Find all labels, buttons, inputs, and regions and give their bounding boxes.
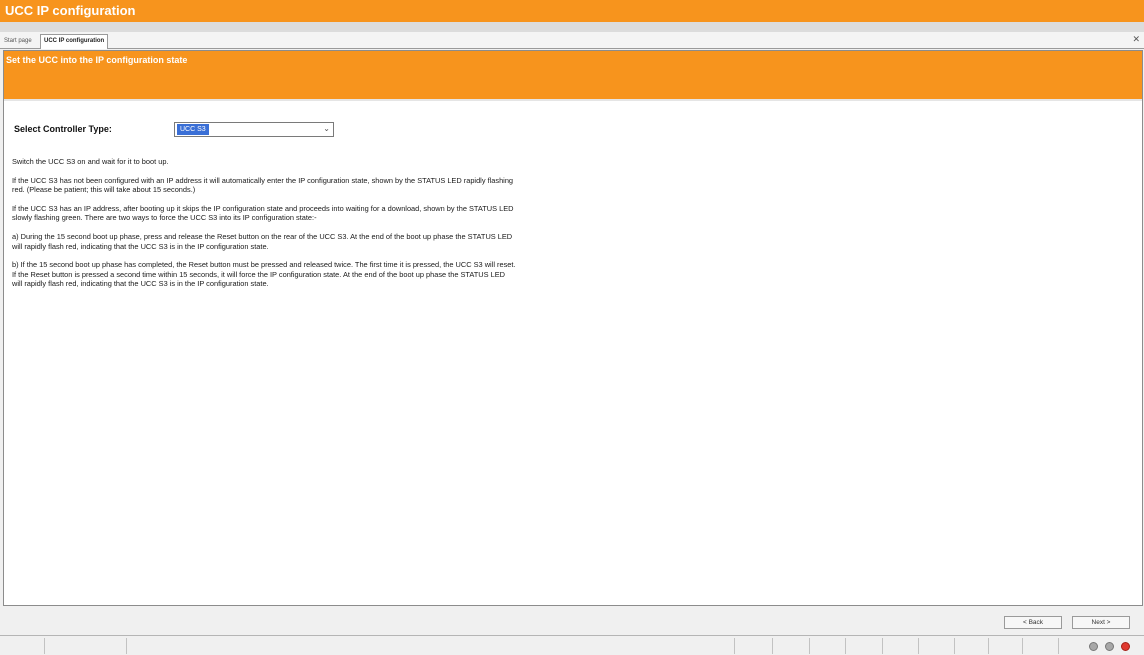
status-divider	[918, 638, 919, 654]
status-divider	[1022, 638, 1023, 654]
app-window: UCC IP configuration Start page UCC IP c…	[0, 0, 1144, 655]
wizard-button-row: < Back Next >	[0, 607, 1144, 635]
chevron-down-icon: ⌄	[323, 124, 330, 133]
status-divider	[772, 638, 773, 654]
status-indicator-red-icon	[1121, 642, 1130, 651]
status-divider	[44, 638, 45, 654]
status-indicator-grey-icon	[1089, 642, 1098, 651]
tab-strip: Start page UCC IP configuration ✕	[0, 32, 1144, 49]
next-button[interactable]: Next >	[1072, 616, 1130, 629]
status-divider	[1058, 638, 1059, 654]
status-divider	[734, 638, 735, 654]
status-divider	[809, 638, 810, 654]
controller-type-value: UCC S3	[177, 124, 209, 135]
instruction-paragraph: a) During the 15 second boot up phase, p…	[12, 231, 513, 251]
status-divider	[988, 638, 989, 654]
back-button[interactable]: < Back	[1004, 616, 1062, 629]
close-icon[interactable]: ✕	[1132, 34, 1140, 45]
status-bar	[0, 635, 1144, 655]
instruction-paragraph: If the UCC S3 has an IP address, after b…	[12, 203, 514, 223]
content-frame: Set the UCC into the IP configuration st…	[3, 50, 1143, 606]
controller-type-label: Select Controller Type:	[14, 124, 112, 134]
window-title: UCC IP configuration	[0, 0, 1144, 22]
toolbar-spacer	[0, 22, 1144, 32]
instruction-paragraph: If the UCC S3 has not been configured wi…	[12, 175, 514, 195]
status-divider	[845, 638, 846, 654]
instruction-paragraph: b) If the 15 second boot up phase has co…	[12, 260, 516, 289]
status-divider	[882, 638, 883, 654]
tab-start-page[interactable]: Start page	[1, 35, 35, 48]
instruction-paragraph: Switch the UCC S3 on and wait for it to …	[12, 157, 169, 166]
status-divider	[126, 638, 127, 654]
step-title: Set the UCC into the IP configuration st…	[6, 55, 188, 65]
controller-type-select[interactable]: UCC S3 ⌄	[174, 122, 334, 137]
instructions: Switch the UCC S3 on and wait for it to …	[12, 157, 517, 298]
status-divider	[954, 638, 955, 654]
step-banner: Set the UCC into the IP configuration st…	[4, 51, 1142, 101]
status-indicator-grey-icon	[1105, 642, 1114, 651]
tab-ucc-ip-configuration[interactable]: UCC IP configuration	[40, 34, 109, 49]
